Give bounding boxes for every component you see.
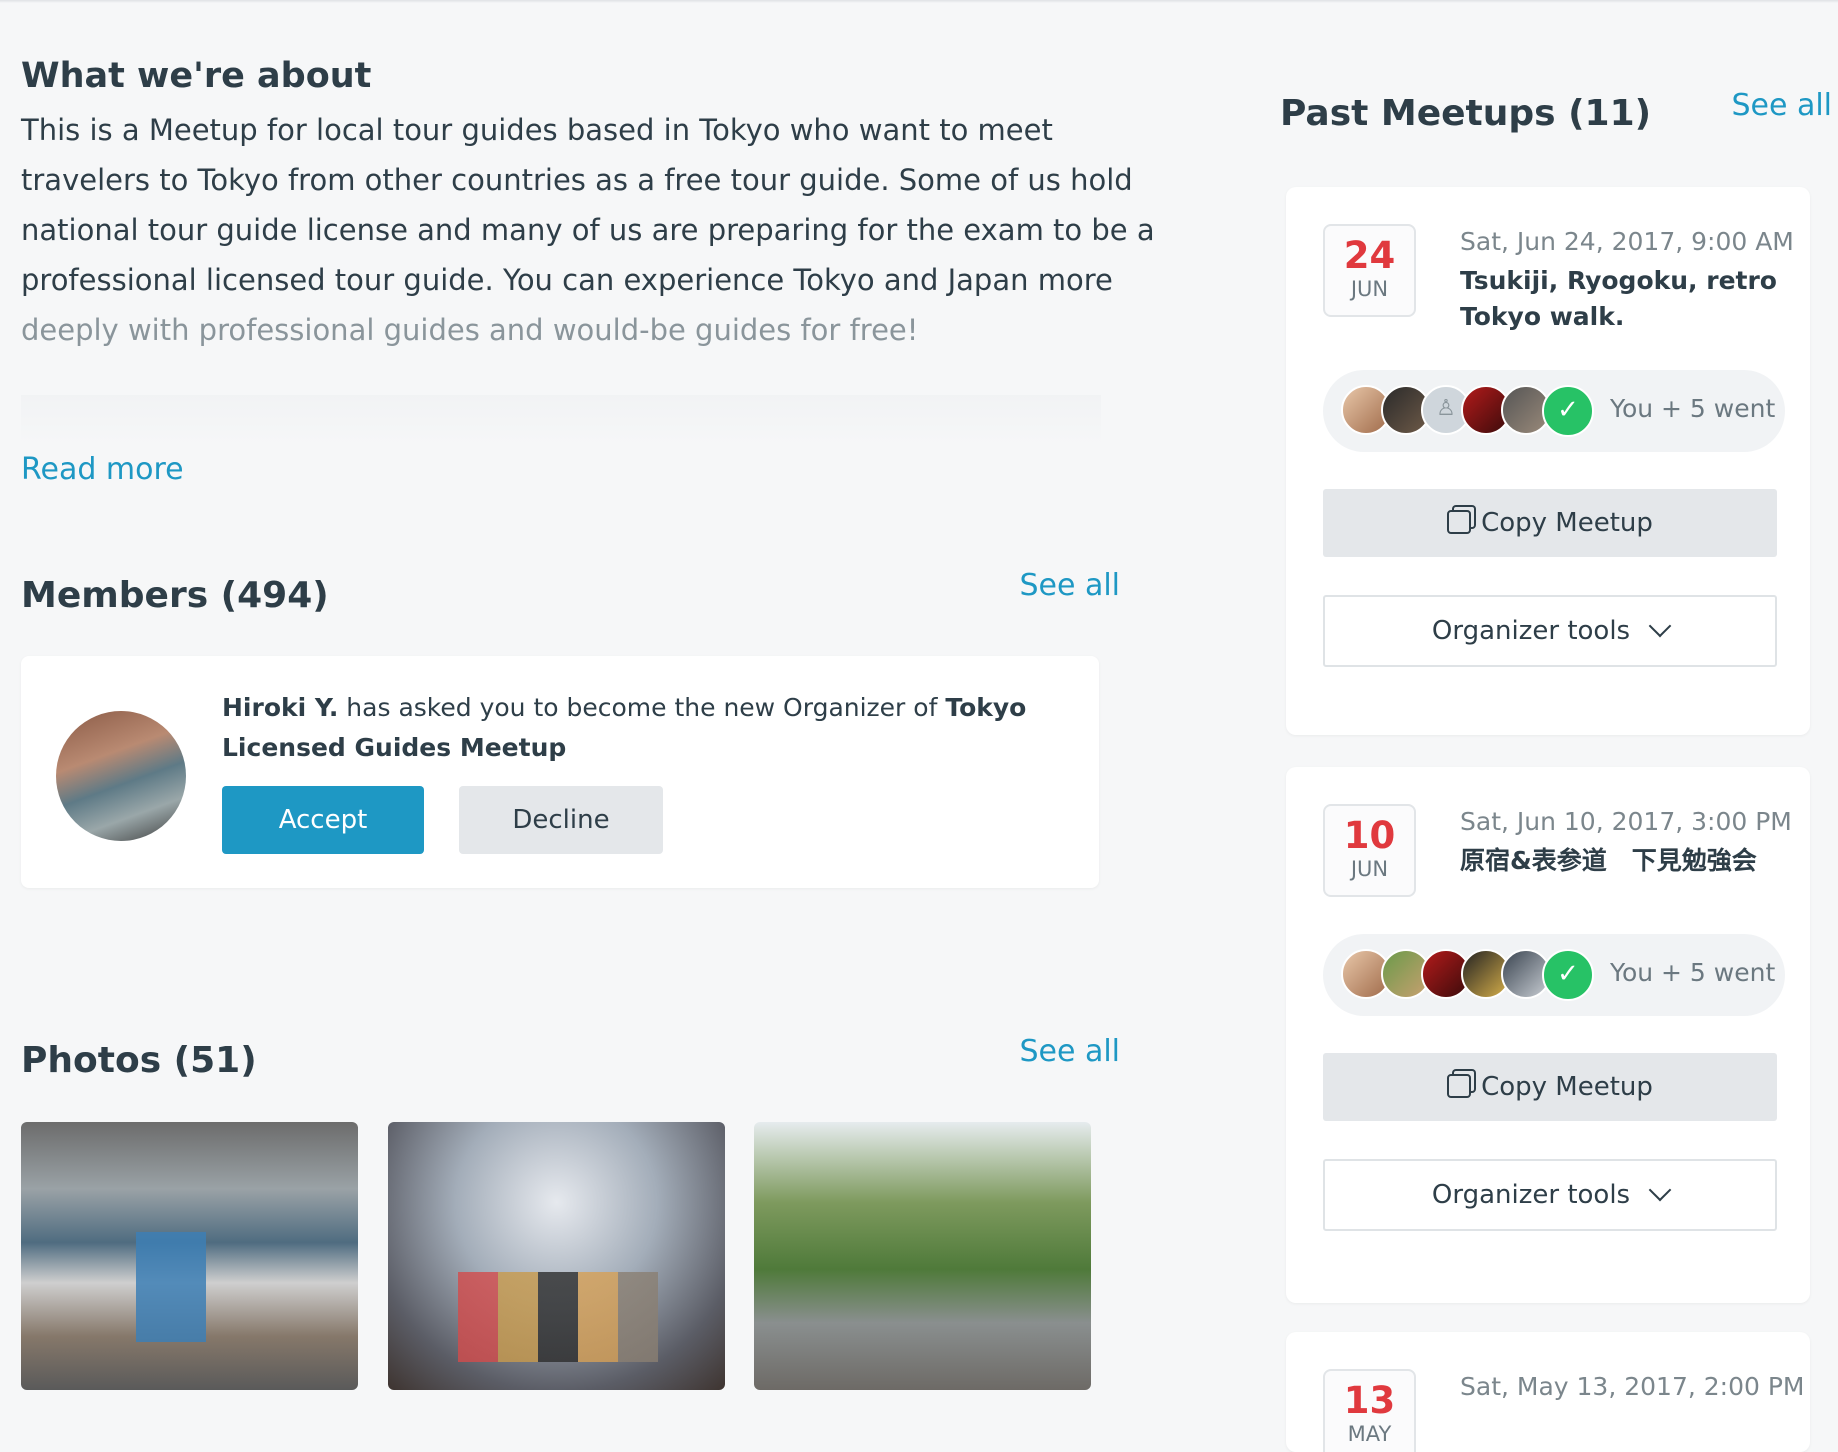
date-month: JUN: [1350, 277, 1389, 301]
accept-button[interactable]: Accept: [222, 786, 424, 854]
organizer-invite-card: Hiroki Y. has asked you to become the ne…: [21, 656, 1099, 888]
date-day: 24: [1343, 234, 1396, 277]
date-month: MAY: [1347, 1422, 1392, 1446]
date-day: 10: [1343, 814, 1396, 857]
date-badge: 24 JUN: [1323, 224, 1416, 317]
organizer-tools-dropdown[interactable]: Organizer tools: [1323, 595, 1777, 667]
meetup-card[interactable]: 13 MAY Sat, May 13, 2017, 2:00 PM: [1286, 1332, 1810, 1452]
attendance-text: You + 5 went: [1610, 394, 1776, 423]
copy-meetup-button[interactable]: Copy Meetup: [1323, 1053, 1777, 1121]
attendee-list[interactable]: ✓ You + 5 went: [1323, 934, 1785, 1016]
copy-meetup-label: Copy Meetup: [1481, 508, 1653, 538]
invite-message: Hiroki Y. has asked you to become the ne…: [222, 688, 1042, 768]
organizer-tools-dropdown[interactable]: Organizer tools: [1323, 1159, 1777, 1231]
past-meetups-heading: Past Meetups (11): [1280, 93, 1652, 134]
copy-meetup-label: Copy Meetup: [1481, 1072, 1653, 1102]
meetup-title[interactable]: Tsukiji, Ryogoku, retro Tokyo walk.: [1460, 263, 1780, 335]
about-line: deeply with professional guides and woul…: [21, 313, 919, 347]
meetup-time: Sat, Jun 24, 2017, 9:00 AM: [1460, 227, 1794, 256]
invite-message-text: has asked you to become the new Organize…: [338, 693, 946, 722]
about-line: travelers to Tokyo from other countries …: [21, 163, 1133, 197]
members-see-all-link[interactable]: See all: [1019, 568, 1120, 603]
inviter-name[interactable]: Hiroki Y.: [222, 693, 338, 722]
date-day: 13: [1343, 1379, 1396, 1422]
chevron-down-icon: [1648, 614, 1672, 638]
decline-button[interactable]: Decline: [459, 786, 663, 854]
copy-meetup-button[interactable]: Copy Meetup: [1323, 489, 1777, 557]
meetup-time: Sat, May 13, 2017, 2:00 PM: [1460, 1372, 1805, 1401]
about-line: This is a Meetup for local tour guides b…: [21, 113, 1053, 147]
photos-see-all-link[interactable]: See all: [1019, 1034, 1120, 1069]
description-fade: [21, 395, 1101, 445]
avatar[interactable]: [56, 711, 186, 841]
organizer-tools-label: Organizer tools: [1431, 1180, 1631, 1210]
photo-thumbnail[interactable]: [388, 1122, 725, 1390]
photo-thumbnail[interactable]: [21, 1122, 358, 1390]
copy-icon: [1447, 1074, 1472, 1098]
meetup-title[interactable]: 原宿&表参道 下見勉強会: [1460, 843, 1780, 879]
meetup-card[interactable]: 24 JUN Sat, Jun 24, 2017, 9:00 AM Tsukij…: [1286, 187, 1810, 735]
chevron-down-icon: [1648, 1178, 1672, 1202]
meetup-time: Sat, Jun 10, 2017, 3:00 PM: [1460, 807, 1792, 836]
copy-icon: [1447, 510, 1472, 534]
check-icon: ✓: [1542, 949, 1594, 1001]
past-meetups-see-all-link[interactable]: See all: [1731, 88, 1832, 123]
date-badge: 10 JUN: [1323, 804, 1416, 897]
photos-heading: Photos (51): [21, 1040, 257, 1081]
members-heading: Members (494): [21, 575, 329, 616]
top-divider: [0, 0, 1838, 3]
about-description: This is a Meetup for local tour guides b…: [21, 105, 1155, 355]
attendee-list[interactable]: ♙ ✓ You + 5 went: [1323, 370, 1785, 452]
read-more-link[interactable]: Read more: [21, 452, 184, 487]
check-icon: ✓: [1542, 385, 1594, 437]
about-line: professional licensed tour guide. You ca…: [21, 263, 1113, 297]
photo-thumbnail[interactable]: [754, 1122, 1091, 1390]
date-month: JUN: [1350, 857, 1389, 881]
about-line: national tour guide license and many of …: [21, 213, 1155, 247]
meetup-card[interactable]: 10 JUN Sat, Jun 10, 2017, 3:00 PM 原宿&表参道…: [1286, 767, 1810, 1303]
about-heading: What we're about: [21, 56, 372, 96]
attendance-text: You + 5 went: [1610, 958, 1776, 987]
date-badge: 13 MAY: [1323, 1369, 1416, 1452]
organizer-tools-label: Organizer tools: [1431, 616, 1631, 646]
